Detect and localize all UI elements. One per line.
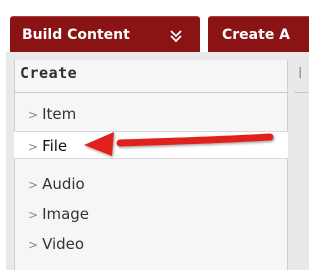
create-assessment-button[interactable]: Create A <box>208 16 309 52</box>
build-content-label: Build Content <box>22 27 130 43</box>
menu-item-item[interactable]: > Item <box>14 100 288 128</box>
chevron-right-icon: > <box>28 108 39 122</box>
build-content-button[interactable]: Build Content <box>10 16 200 52</box>
menu-item-label: Image <box>42 205 90 223</box>
menu-item-label: Audio <box>42 175 85 193</box>
create-assessment-label: Create A <box>222 27 291 43</box>
chevron-right-icon: > <box>28 178 39 192</box>
toolbar: Build Content Create A <box>0 0 309 52</box>
chevron-right-icon: > <box>28 140 39 154</box>
next-column-header: I <box>298 64 303 82</box>
menu-item-label: Item <box>42 105 77 123</box>
menu-header-create: Create <box>20 64 78 82</box>
menu-item-label: File <box>42 137 68 155</box>
menu-item-video[interactable]: > Video <box>14 230 288 258</box>
red-arrow-icon <box>84 132 274 156</box>
menu-item-label: Video <box>42 235 85 253</box>
chevron-right-icon: > <box>28 238 39 252</box>
menu-item-image[interactable]: > Image <box>14 200 288 228</box>
menu-item-audio[interactable]: > Audio <box>14 170 288 198</box>
chevron-right-icon: > <box>28 208 39 222</box>
next-column-divider <box>294 92 309 93</box>
double-chevron-down-icon <box>170 30 182 43</box>
header-divider <box>14 92 288 93</box>
